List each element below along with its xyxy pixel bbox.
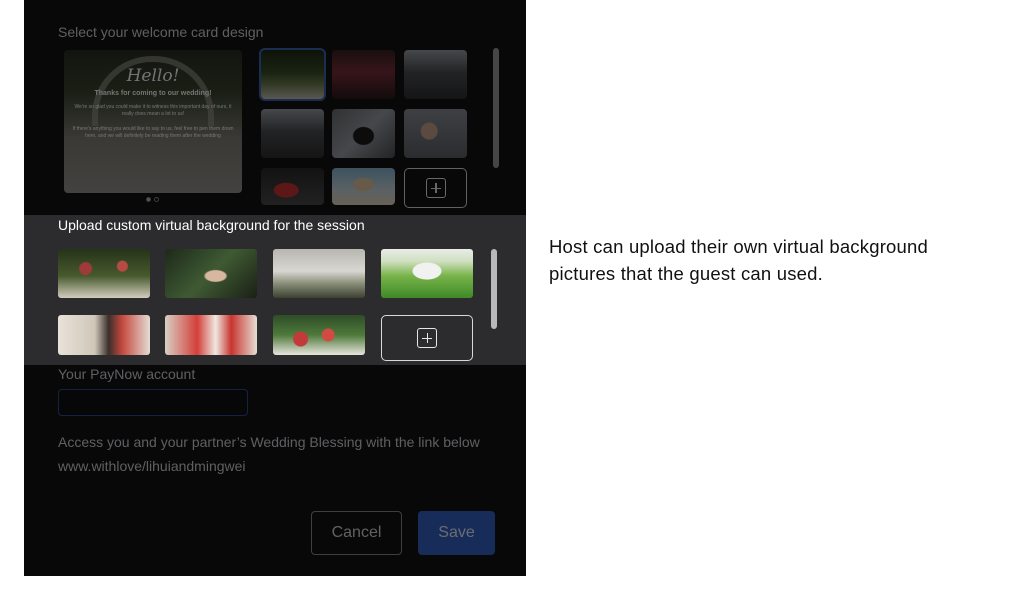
upload-background-section: Upload custom virtual background for the… xyxy=(24,215,526,365)
welcome-card-preview[interactable]: Hello! Thanks for coming to our wedding!… xyxy=(64,50,242,193)
background-thumb[interactable] xyxy=(58,315,150,355)
design-thumb[interactable] xyxy=(404,50,467,99)
paynow-label: Your PayNow account xyxy=(58,366,196,382)
cancel-button[interactable]: Cancel xyxy=(311,511,402,555)
welcome-card-label: Select your welcome card design xyxy=(58,24,264,40)
upload-section-title: Upload custom virtual background for the… xyxy=(58,217,365,233)
background-thumb[interactable] xyxy=(165,249,257,298)
card-message-1: We're so glad you could make it to witne… xyxy=(74,104,232,117)
background-thumb[interactable] xyxy=(273,249,365,298)
design-thumb[interactable] xyxy=(261,109,324,158)
design-thumb[interactable] xyxy=(261,168,324,205)
background-scrollbar[interactable] xyxy=(491,249,497,329)
add-background-button[interactable] xyxy=(381,315,473,361)
card-thanks-text: Thanks for coming to our wedding! xyxy=(94,90,212,97)
paynow-input[interactable] xyxy=(58,389,248,416)
annotation-note: Host can upload their own virtual backgr… xyxy=(549,236,929,284)
card-pagination xyxy=(146,197,159,202)
card-hello-text: Hello! xyxy=(126,66,180,86)
background-thumb[interactable] xyxy=(273,315,365,355)
pagination-dot[interactable] xyxy=(154,197,159,202)
design-thumb[interactable] xyxy=(332,109,395,158)
background-thumb[interactable] xyxy=(165,315,257,355)
design-thumb[interactable] xyxy=(332,168,395,205)
background-thumb[interactable] xyxy=(58,249,150,298)
design-thumb-selected[interactable] xyxy=(259,48,326,101)
card-message-2: If there's anything you would like to sa… xyxy=(72,126,234,139)
background-thumb[interactable] xyxy=(381,249,473,298)
plus-square-icon xyxy=(425,178,446,198)
screen: Select your welcome card design Hello! T… xyxy=(0,0,1027,604)
blessing-description: Access you and your partner’s Wedding Bl… xyxy=(58,434,480,450)
design-scrollbar[interactable] xyxy=(493,48,499,168)
save-button[interactable]: Save xyxy=(418,511,495,555)
blessing-link[interactable]: www.withlove/lihuiandmingwei xyxy=(58,458,246,474)
design-thumb[interactable] xyxy=(404,109,467,158)
settings-modal: Select your welcome card design Hello! T… xyxy=(24,0,526,576)
add-design-button[interactable] xyxy=(404,168,467,208)
design-thumb[interactable] xyxy=(332,50,395,99)
pagination-dot-active[interactable] xyxy=(146,197,151,202)
plus-square-icon xyxy=(417,328,437,348)
